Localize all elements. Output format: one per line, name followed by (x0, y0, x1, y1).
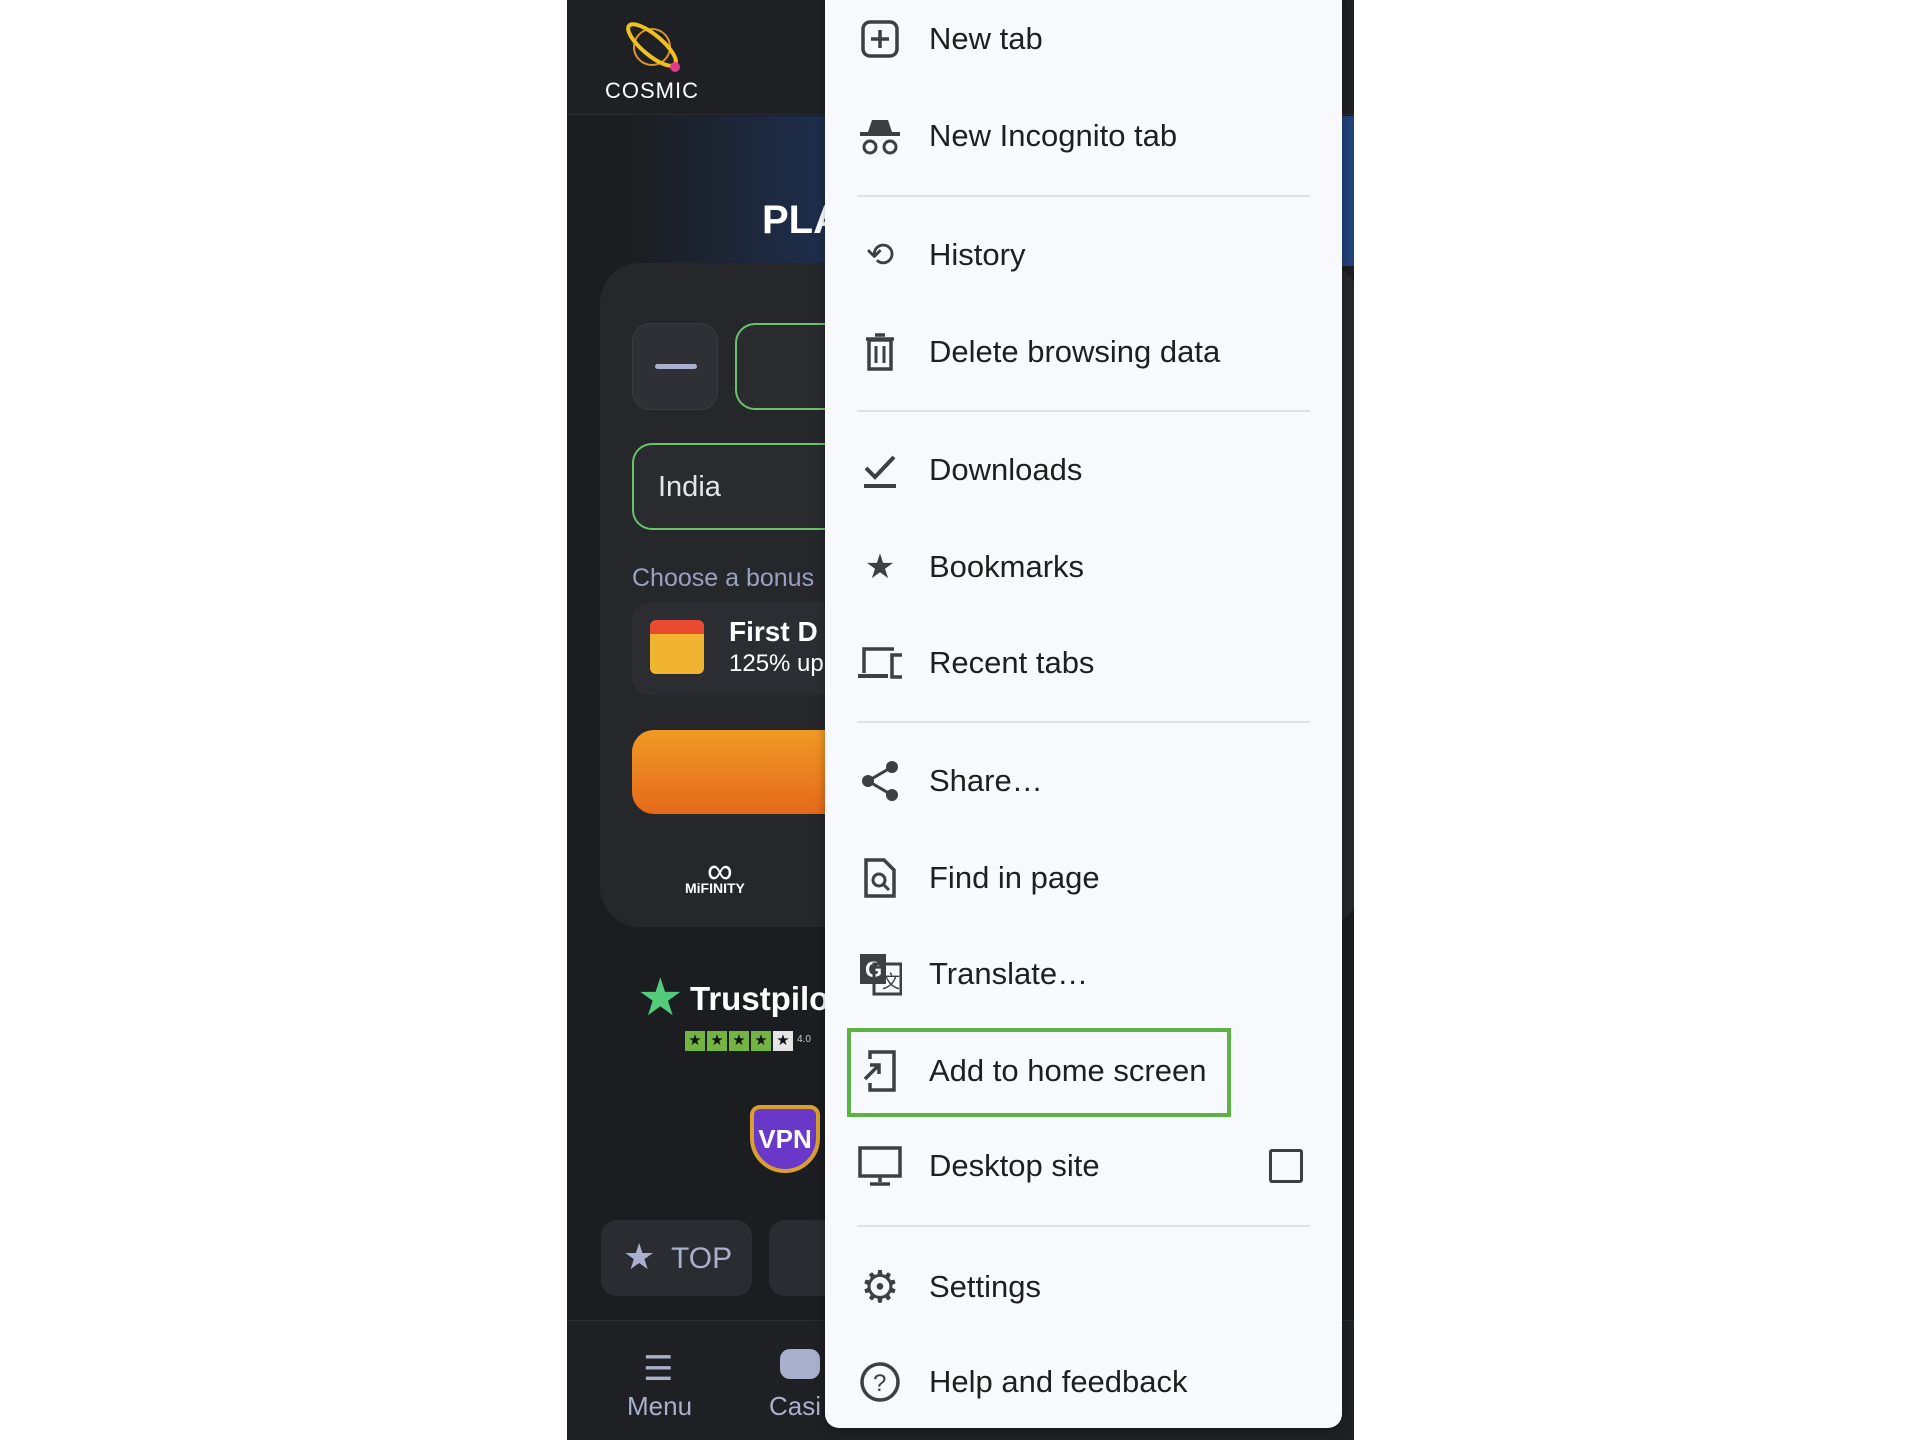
monitor-icon (858, 1144, 902, 1188)
menu-item-settings[interactable]: ⚙ Settings (825, 1242, 1342, 1332)
menu-item-translate[interactable]: G 文 Translate… (825, 929, 1342, 1019)
rating-star-icon: ★ (751, 1031, 771, 1051)
menu-divider (857, 1225, 1310, 1227)
svg-text:文: 文 (882, 972, 900, 992)
gift-icon (650, 620, 704, 674)
share-icon (858, 759, 902, 803)
menu-item-new-tab[interactable]: New tab (825, 0, 1342, 84)
gamepad-icon[interactable] (780, 1349, 820, 1379)
nav-casino[interactable]: Casi (769, 1391, 821, 1422)
translate-icon: G文 (858, 952, 902, 996)
menu-item-delete-browsing-data[interactable]: Delete browsing data (825, 307, 1342, 397)
menu-item-downloads[interactable]: Downloads (825, 425, 1342, 515)
nav-menu[interactable]: Menu (627, 1391, 692, 1422)
browser-menu: New tab New Incognito tab ⟲ History Delet… (825, 0, 1342, 1428)
country-value: India (658, 471, 721, 503)
trustpilot-rating: ★ ★ ★ ★ ★ (685, 1031, 793, 1051)
minus-icon (655, 364, 697, 369)
find-in-page-icon (858, 856, 902, 900)
rating-star-icon: ★ (685, 1031, 705, 1051)
top-label: TOP (671, 1242, 733, 1275)
download-check-icon (858, 448, 902, 492)
devices-icon (858, 641, 902, 685)
cosmic-logo-icon (626, 22, 680, 72)
menu-item-desktop-site[interactable]: Desktop site (825, 1121, 1342, 1211)
rating-star-icon: ★ (729, 1031, 749, 1051)
bonus-subtitle: 125% up (729, 650, 824, 677)
desktop-site-checkbox[interactable] (1269, 1149, 1303, 1183)
menu-item-add-to-home-screen[interactable]: Add to home screen (825, 1026, 1342, 1116)
menu-item-share[interactable]: Share… (825, 736, 1342, 826)
menu-item-find-in-page[interactable]: Find in page (825, 833, 1342, 923)
add-to-home-icon (858, 1049, 902, 1093)
rating-star-icon: ★ (773, 1031, 793, 1051)
plus-box-icon (858, 17, 902, 61)
menu-divider (857, 195, 1310, 197)
star-icon: ★ (623, 1236, 656, 1277)
menu-item-recent-tabs[interactable]: Recent tabs (825, 618, 1342, 708)
top-button[interactable]: ★ TOP (601, 1220, 752, 1296)
help-icon: ? (858, 1360, 902, 1404)
menu-item-bookmarks[interactable]: ★ Bookmarks (825, 522, 1342, 612)
bonus-title: First D (729, 616, 818, 647)
menu-divider (857, 410, 1310, 412)
trustpilot-score: 4.0 (797, 1034, 811, 1045)
vpn-badge: VPN (750, 1105, 820, 1173)
trustpilot-logo[interactable]: Trustpilot (690, 980, 840, 1018)
menu-item-help-and-feedback[interactable]: ? Help and feedback (825, 1337, 1342, 1427)
bonus-label: Choose a bonus (632, 564, 815, 592)
menu-item-history[interactable]: ⟲ History (825, 210, 1342, 300)
menu-divider (857, 721, 1310, 723)
trustpilot-star-icon: ★ (637, 969, 684, 1027)
svg-text:?: ? (873, 1370, 886, 1397)
hamburger-icon[interactable]: ☰ (643, 1349, 673, 1389)
logo-text[interactable]: COSMIC (597, 78, 707, 104)
incognito-icon (858, 114, 902, 158)
history-icon: ⟲ (865, 236, 895, 274)
trash-icon (858, 330, 902, 374)
menu-item-new-incognito-tab[interactable]: New Incognito tab (825, 91, 1342, 181)
payment-logo: MiFINITY (685, 880, 745, 896)
star-icon: ★ (864, 548, 896, 586)
minus-button[interactable] (632, 323, 718, 410)
gear-icon: ⚙ (860, 1262, 900, 1312)
rating-star-icon: ★ (707, 1031, 727, 1051)
